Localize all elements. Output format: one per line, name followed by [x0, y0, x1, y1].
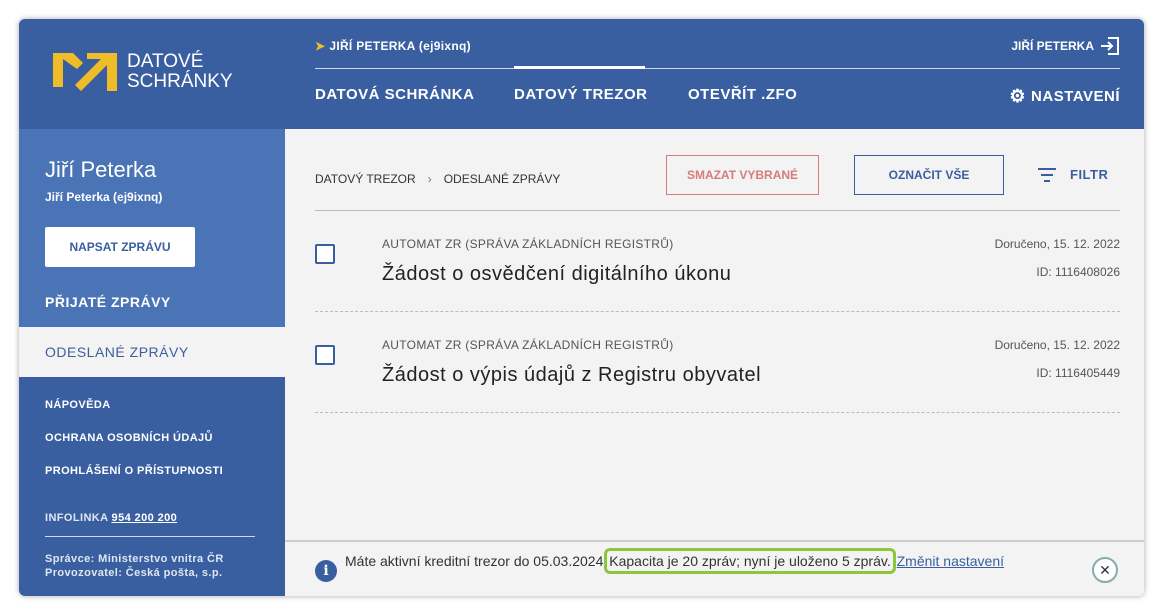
header: DATOVÉ SCHRÁNKY ➤ JIŘÍ PETERKA (ej9ixnq) D… — [19, 19, 1144, 129]
message-id: ID: 1116408026 — [1036, 265, 1120, 279]
current-user[interactable]: ➤ JIŘÍ PETERKA (ej9ixnq) — [315, 39, 471, 53]
active-tab-indicator — [514, 66, 645, 69]
settings-label: NASTAVENÍ — [1031, 88, 1120, 105]
message-id: ID: 1116405449 — [1036, 366, 1120, 380]
close-icon[interactable]: ✕ — [1092, 557, 1118, 583]
sidebar-item-received[interactable]: PŘIJATÉ ZPRÁVY — [45, 294, 171, 310]
message-checkbox[interactable] — [315, 345, 335, 365]
settings-button[interactable]: ⚙ NASTAVENÍ — [1009, 86, 1120, 107]
info-text: Máte aktivní kreditní trezor do 05.03.20… — [345, 553, 604, 569]
main-content: DATOVÝ TREZOR › ODESLANÉ ZPRÁVY SMAZAT VYB… — [285, 129, 1144, 596]
chevron-right-icon: › — [427, 172, 432, 186]
message-date: Doručeno, 15. 12. 2022 — [994, 338, 1120, 352]
sidebar: Jiří Peterka Jiří Peterka (ej9ixnq) NAPS… — [19, 129, 285, 327]
admin-text: Správce: Ministerstvo vnitra ČR — [45, 553, 224, 565]
infolinka-label: INFOLINKA — [45, 512, 109, 524]
tab-datova-schranka[interactable]: DATOVÁ SCHRÁNKA — [315, 86, 474, 103]
infolinka-number[interactable]: 954 200 200 — [112, 512, 178, 524]
filter-button[interactable]: FILTR — [1038, 167, 1108, 182]
message-row[interactable]: AUTOMAT ZR (SPRÁVA ZÁKLADNÍCH REGISTRŮ) … — [315, 312, 1120, 413]
accessibility-link[interactable]: PROHLÁŠENÍ O PŘÍSTUPNOSTI — [45, 465, 223, 477]
logo-line2: SCHRÁNKY — [127, 71, 233, 92]
message-checkbox[interactable] — [315, 244, 335, 264]
message-row[interactable]: AUTOMAT ZR (SPRÁVA ZÁKLADNÍCH REGISTRŮ) … — [315, 211, 1120, 312]
tab-datovy-trezor[interactable]: DATOVÝ TREZOR — [514, 86, 647, 103]
privacy-link[interactable]: OCHRANA OSOBNÍCH ÚDAJŮ — [45, 432, 213, 444]
filter-label: FILTR — [1070, 167, 1109, 182]
message-subject[interactable]: Žádost o výpis údajů z Registru obyvatel — [382, 364, 761, 387]
logo[interactable]: DATOVÉ SCHRÁNKY — [53, 52, 233, 92]
breadcrumb: DATOVÝ TREZOR › ODESLANÉ ZPRÁVY — [315, 172, 560, 186]
logout-button[interactable]: JIŘÍ PETERKA — [1011, 37, 1120, 55]
divider — [45, 536, 255, 537]
arrow-icon: ➤ — [315, 39, 326, 53]
sidebar-footer: NÁPOVĚDA OCHRANA OSOBNÍCH ÚDAJŮ PROHLÁŠE… — [19, 377, 285, 596]
logo-icon — [53, 53, 117, 91]
sidebar-item-sent[interactable]: ODESLANÉ ZPRÁVY — [19, 327, 285, 377]
tab-otevrit-zfo[interactable]: OTEVŘÍT .ZFO — [688, 86, 797, 103]
help-link[interactable]: NÁPOVĚDA — [45, 399, 111, 411]
logo-line1: DATOVÉ — [127, 51, 204, 72]
breadcrumb-current: ODESLANÉ ZPRÁVY — [443, 172, 561, 186]
message-sender: AUTOMAT ZR (SPRÁVA ZÁKLADNÍCH REGISTRŮ) — [382, 338, 674, 352]
change-settings-link[interactable]: Změnit nastavení — [897, 553, 1004, 569]
current-user-label: JIŘÍ PETERKA (ej9ixnq) — [329, 39, 471, 53]
logout-icon — [1101, 37, 1119, 55]
mark-all-button[interactable]: OZNAČIT VŠE — [854, 155, 1004, 195]
divider — [315, 68, 1120, 69]
info-icon: i — [315, 560, 337, 582]
info-bar: i Máte aktivní kreditní trezor do 05.03.… — [285, 540, 1144, 596]
message-date: Doručeno, 15. 12. 2022 — [994, 237, 1120, 251]
user-name: Jiří Peterka — [45, 157, 157, 182]
breadcrumb-item[interactable]: DATOVÝ TREZOR — [315, 172, 416, 186]
capacity-text: Kapacita je 20 zpráv; nyní je uloženo 5 … — [604, 548, 896, 574]
app-window: DATOVÉ SCHRÁNKY ➤ JIŘÍ PETERKA (ej9ixnq) D… — [19, 19, 1144, 596]
gear-icon: ⚙ — [1009, 86, 1027, 106]
user-box-id: Jiří Peterka (ej9ixnq) — [45, 190, 163, 204]
write-message-button[interactable]: NAPSAT ZPRÁVU — [45, 227, 195, 267]
filter-icon — [1038, 167, 1056, 182]
message-subject[interactable]: Žádost o osvědčení digitálního úkonu — [382, 263, 731, 286]
message-sender: AUTOMAT ZR (SPRÁVA ZÁKLADNÍCH REGISTRŮ) — [382, 237, 674, 251]
logout-user: JIŘÍ PETERKA — [1011, 39, 1094, 53]
operator-text: Provozovatel: Česká pošta, s.p. — [45, 567, 223, 579]
delete-selected-button[interactable]: SMAZAT VYBRANÉ — [666, 155, 819, 195]
